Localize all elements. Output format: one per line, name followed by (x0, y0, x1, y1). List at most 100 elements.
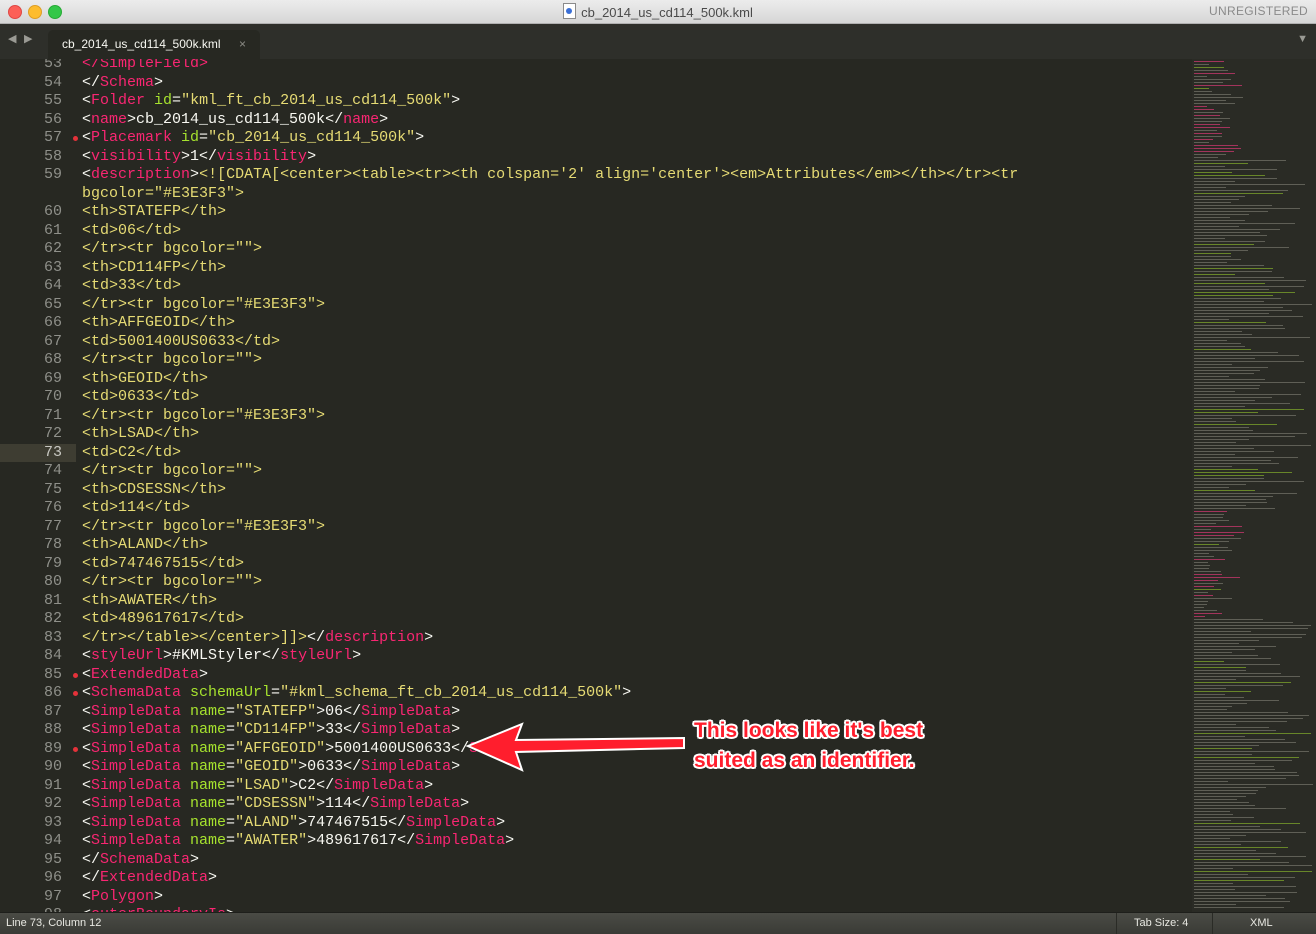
tab-file[interactable]: cb_2014_us_cd114_500k.kml × (48, 30, 260, 59)
code-line[interactable]: </tr><tr bgcolor=""> (82, 462, 262, 479)
code-line[interactable]: </tr></table></center>]]></description> (82, 629, 433, 646)
code-line[interactable]: </ExtendedData> (82, 869, 217, 886)
code-line[interactable]: </tr><tr bgcolor=""> (82, 351, 262, 368)
code-line[interactable]: <th>AFFGEOID</th> (82, 314, 235, 331)
code-token: > (307, 147, 317, 165)
code-line[interactable]: </SimpleField> (82, 59, 208, 72)
code-token: schemaUrl (181, 684, 272, 701)
code-line[interactable]: <th>STATEFP</th> (82, 203, 226, 220)
code-line[interactable]: <td>747467515</td> (82, 555, 244, 572)
code-line[interactable]: <th>ALAND</th> (82, 536, 208, 553)
tab-close-icon[interactable]: × (239, 37, 246, 51)
code-line[interactable]: <th>CD114FP</th> (82, 259, 226, 276)
code-token: < (82, 684, 92, 701)
code-line[interactable]: </Schema> (82, 74, 163, 91)
minimap-line (1194, 763, 1256, 764)
minimap-line (1194, 700, 1279, 701)
code-line[interactable]: <Placemark id="cb_2014_us_cd114_500k"> (82, 129, 424, 146)
line-number: 67 (43, 332, 62, 350)
minimap-line (1194, 682, 1292, 683)
code-line[interactable]: <td>114</td> (82, 499, 190, 516)
code-token: < (82, 166, 92, 183)
code-line[interactable]: <td>489617617</td> (82, 610, 244, 627)
code-line[interactable]: <SimpleData name="CD114FP">33</SimpleDat… (82, 721, 460, 738)
code-line[interactable]: <name>cb_2014_us_cd114_500k</name> (82, 111, 388, 128)
code-token: <th>ALAND</th> (82, 536, 209, 553)
bookmark-marker-icon (73, 691, 78, 696)
code-line[interactable]: <SchemaData schemaUrl="#kml_schema_ft_cb… (82, 684, 631, 701)
minimap-line (1194, 694, 1226, 695)
minimap-line (1194, 115, 1221, 116)
minimap-line (1194, 853, 1276, 854)
syntax-selector[interactable]: XML (1250, 917, 1273, 929)
code-token: "CDSESSN" (235, 795, 317, 812)
minimap-line (1194, 493, 1298, 494)
code-line[interactable]: <td>0633</td> (82, 388, 199, 405)
code-token: SimpleData (91, 739, 182, 757)
code-line[interactable]: <th>GEOID</th> (82, 370, 208, 387)
minimap-line (1194, 859, 1260, 860)
code-line[interactable]: <Folder id="kml_ft_cb_2014_us_cd114_500k… (82, 92, 460, 109)
code-line[interactable]: </tr><tr bgcolor="#E3E3F3"> (82, 407, 325, 424)
code-line[interactable]: <styleUrl>#KMLStyler</styleUrl> (82, 647, 361, 664)
code-token: SchemaData (91, 684, 182, 701)
code-token: </tr><tr bgcolor="#E3E3F3"> (82, 406, 326, 424)
minimap[interactable] (1192, 59, 1316, 912)
code-line[interactable]: <SimpleData name="STATEFP">06</SimpleDat… (82, 703, 460, 720)
code-line[interactable]: <td>5001400US0633</td> (82, 333, 280, 350)
chevron-down-icon[interactable]: ▼ (1297, 33, 1308, 45)
minimap-line (1194, 286, 1304, 287)
code-line[interactable]: <td>C2</td> (82, 444, 181, 461)
line-number: 90 (43, 758, 62, 775)
code-token: <th>GEOID</th> (82, 369, 209, 387)
code-line[interactable]: bgcolor="#E3E3F3"> (82, 185, 244, 202)
annotation-line-2: suited as an identifier. (694, 749, 915, 772)
code-line[interactable]: <SimpleData name="LSAD">C2</SimpleData> (82, 777, 433, 794)
code-line[interactable]: <visibility>1</visibility> (82, 148, 316, 165)
code-line[interactable]: <th>AWATER</th> (82, 592, 217, 609)
minimap-line (1194, 838, 1230, 839)
line-number: 68 (43, 351, 62, 368)
code-editor[interactable]: 53 </SimpleField> 54 </Schema> 55 <Folder id=… (0, 59, 1192, 912)
code-token: "#kml_schema_ft_cb_2014_us_cd114_500k" (280, 684, 623, 701)
code-line[interactable]: </tr><tr bgcolor="#E3E3F3"> (82, 518, 325, 535)
code-line[interactable]: <td>06</td> (82, 222, 181, 239)
minimap-line (1194, 784, 1314, 785)
code-token: >#KMLStyler</ (163, 647, 281, 664)
code-line[interactable]: <td>33</td> (82, 277, 181, 294)
code-line[interactable]: <SimpleData name="CDSESSN">114</SimpleDa… (82, 795, 469, 812)
code-line[interactable]: </tr><tr bgcolor=""> (82, 240, 262, 257)
minimap-line (1194, 304, 1312, 305)
code-token: name (181, 702, 227, 720)
code-line[interactable]: </tr><tr bgcolor=""> (82, 573, 262, 590)
code-line[interactable]: <SimpleData name="AFFGEOID">5001400US063… (82, 740, 568, 757)
code-token: = (226, 813, 236, 831)
minimap-line (1194, 61, 1224, 62)
minimap-line (1194, 121, 1222, 122)
code-token: </tr><tr bgcolor=""> (82, 462, 263, 479)
code-token: SimpleData (361, 758, 452, 775)
back-arrow-icon[interactable]: ◀ (8, 32, 16, 45)
minimap-line (1194, 166, 1225, 167)
code-line[interactable]: <SimpleData name="GEOID">0633</SimpleDat… (82, 758, 460, 775)
code-token: Schema (100, 73, 155, 91)
code-line[interactable]: <SimpleData name="ALAND">747467515</Simp… (82, 814, 505, 831)
code-line[interactable]: <description><![CDATA[<center><table><tr… (82, 166, 1018, 183)
code-line[interactable]: <Polygon> (82, 888, 163, 905)
tab-size-selector[interactable]: Tab Size: 4 (1134, 917, 1188, 929)
line-number: 94 (43, 832, 62, 849)
code-line[interactable]: <ExtendedData> (82, 666, 208, 683)
line-number: 97 (43, 887, 62, 905)
code-line[interactable]: <SimpleData name="AWATER">489617617</Sim… (82, 832, 514, 849)
code-line[interactable]: <th>LSAD</th> (82, 425, 199, 442)
line-number: 79 (43, 554, 62, 572)
minimap-line (1194, 787, 1267, 788)
minimap-line (1194, 424, 1277, 425)
minimap-line (1194, 214, 1250, 215)
code-line[interactable]: </tr><tr bgcolor="#E3E3F3"> (82, 296, 325, 313)
code-line[interactable]: </SchemaData> (82, 851, 199, 868)
line-number: 89 (43, 739, 62, 757)
code-line[interactable]: <th>CDSESSN</th> (82, 481, 226, 498)
forward-arrow-icon[interactable]: ▶ (24, 32, 32, 45)
minimap-line (1194, 154, 1227, 155)
